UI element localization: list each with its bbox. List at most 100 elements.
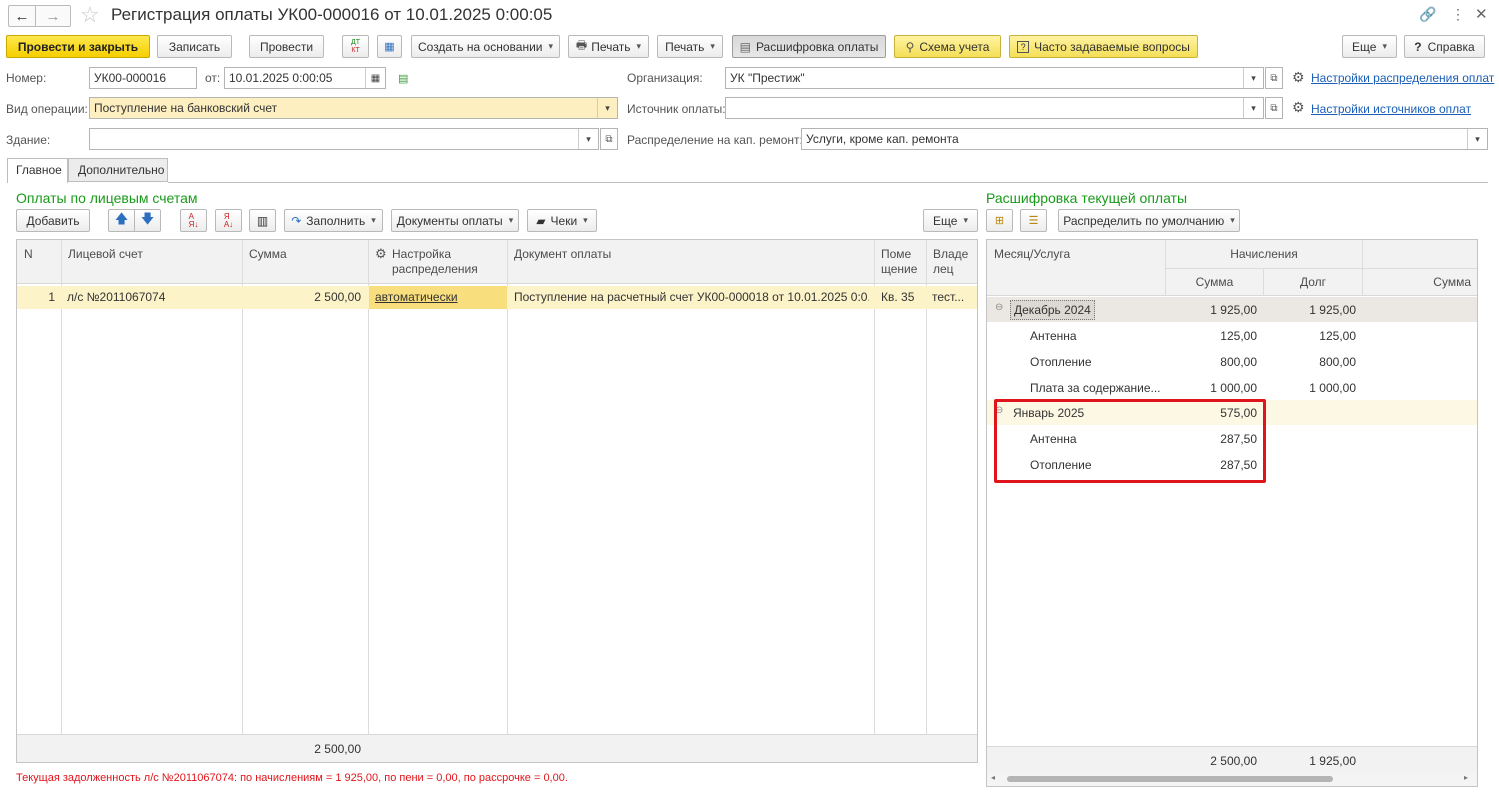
date-field[interactable]: 10.01.2025 0:00:05 ▦ [224,67,386,89]
row-setting-link[interactable]: автоматически [375,290,503,304]
collapse-node-icon[interactable]: ⊖ [995,302,1003,313]
distribute-default-button[interactable]: Распределить по умолчанию [1058,209,1240,232]
chevron-down-icon[interactable]: ▾ [578,129,598,149]
dt-kt-button[interactable]: ДТ КТ [342,35,369,58]
source-settings-link[interactable]: Настройки источников оплат [1311,102,1471,116]
checks-button[interactable]: ▰ Чеки [527,209,597,232]
footer-total-sum: 2 500,00 [314,742,361,756]
breakdown-table: Месяц/Услуга Начисления Сумма Долг Сумма… [986,239,1478,787]
table-row[interactable]: 1 л/с №2011067074 2 500,00 автоматически… [17,286,977,309]
print-button-2[interactable]: Печать [657,35,723,58]
help-button[interactable]: ? Справка [1404,35,1485,58]
col-owner[interactable]: Владе лец [933,247,973,277]
tree-item-row[interactable]: Отопление 800,00 800,00 [987,348,1477,374]
post-button[interactable]: Провести [249,35,324,58]
organization-label: Организация: [627,71,703,85]
print-button-1[interactable]: 🖶 Печать [568,35,649,58]
col-account[interactable]: Лицевой счет [68,247,143,262]
row-service: Отопление [1030,355,1092,369]
col-sum2[interactable]: Сумма [1363,275,1471,290]
operation-field[interactable]: Поступление на банковский счет ▾ [89,97,618,119]
scheme-button[interactable]: ⚲ Схема учета [894,35,1001,58]
fill-arrow-icon: ↷ [291,213,302,228]
barcode-button[interactable]: ▥ [249,209,276,232]
tab-main[interactable]: Главное [7,158,68,183]
organization-field[interactable]: УК "Престиж" ▾ [725,67,1264,89]
footer-sum: 2 500,00 [1210,754,1257,768]
table-header [17,240,977,284]
forward-button[interactable]: → [36,5,71,27]
link-icon[interactable]: 🔗 [1419,6,1436,23]
breakdown-footer: 2 500,00 1 925,00 [987,746,1477,772]
distribution-settings-link[interactable]: Настройки распределения оплат [1311,71,1494,85]
dt-kt-icon: ДТ КТ [350,38,361,54]
document-icon: ▤ [739,39,751,54]
col-sum[interactable]: Сумма [249,247,287,262]
col-doc[interactable]: Документ оплаты [514,247,611,262]
chevron-down-icon[interactable]: ▾ [1243,98,1263,118]
cap-repair-field[interactable]: Услуги, кроме кап. ремонта ▾ [801,128,1488,150]
arrow-down-icon: 🡇 [140,210,155,226]
post-and-close-button[interactable]: Провести и закрыть [6,35,150,58]
back-button[interactable]: ← [8,5,36,27]
faq-button[interactable]: ? Часто задаваемые вопросы [1009,35,1198,58]
col-accruals[interactable]: Начисления [1166,247,1362,262]
number-field[interactable]: УК00-000016 [89,67,197,89]
col-room[interactable]: Поме щение [881,247,921,277]
create-based-button[interactable]: Создать на основании [411,35,560,58]
move-up-button[interactable]: 🡅 [108,209,135,232]
breakdown-button[interactable]: ▤ Расшифровка оплаты [732,35,886,58]
chevron-down-icon[interactable]: ▾ [1467,129,1487,149]
favorite-star-icon[interactable]: ☆ [80,2,100,28]
more-button[interactable]: Еще [1342,35,1397,58]
row-sum: 1 925,00 [1210,303,1257,317]
payment-docs-button[interactable]: Документы оплаты [391,209,519,232]
sort-asc-button[interactable]: А Я↓ [180,209,207,232]
collapse-all-button[interactable]: ☰ [1020,209,1047,232]
open-window-icon: ⧉ [605,133,613,145]
horizontal-scrollbar[interactable]: ◂ ▸ [987,772,1477,786]
footer-debt: 1 925,00 [1309,754,1356,768]
chevron-down-icon[interactable]: ▾ [1243,68,1263,88]
status-icon: ▤ [398,73,409,85]
fill-button[interactable]: ↷ Заполнить [284,209,383,232]
scroll-right-icon[interactable]: ▸ [1464,773,1468,782]
collapse-icon: ☰ [1028,215,1039,227]
left-more-button[interactable]: Еще [923,209,978,232]
expand-all-button[interactable]: ⊞ [986,209,1013,232]
right-section-title: Расшифровка текущей оплаты [986,190,1188,206]
structure-icon: ▦ [384,41,395,53]
gear-icon: ⚙ [1292,99,1305,115]
col-month[interactable]: Месяц/Услуга [994,247,1070,262]
move-down-button[interactable]: 🡇 [134,209,161,232]
calendar-icon[interactable]: ▦ [365,68,385,88]
scrollbar-thumb[interactable] [1007,776,1333,782]
tab-additional[interactable]: Дополнительно [68,158,168,182]
open-building-button[interactable]: ⧉ [600,128,618,150]
col-accruals-sum[interactable]: Сумма [1166,275,1263,290]
open-source-button[interactable]: ⧉ [1265,97,1283,119]
structure-button[interactable]: ▦ [377,35,402,58]
tree-item-row[interactable]: Плата за содержание... 1 000,00 1 000,00 [987,374,1477,400]
scroll-left-icon[interactable]: ◂ [991,773,995,782]
col-accruals-debt[interactable]: Долг [1264,275,1362,290]
row-debt: 1 925,00 [1309,303,1356,317]
chevron-down-icon[interactable]: ▾ [597,98,617,118]
building-field[interactable]: ▾ [89,128,599,150]
close-icon[interactable]: ✕ [1475,5,1488,23]
sort-desc-button[interactable]: Я А↓ [215,209,242,232]
row-sum: 800,00 [1220,355,1257,369]
tree-item-row[interactable]: Антенна 125,00 125,00 [987,322,1477,348]
add-button[interactable]: Добавить [16,209,90,232]
open-organization-button[interactable]: ⧉ [1265,67,1283,89]
col-setting[interactable]: Настройка распределения [392,247,497,277]
col-n[interactable]: N [24,247,33,262]
date-label: от: [205,71,221,85]
more-vertical-icon[interactable]: ⋮ [1451,6,1465,23]
open-window-icon: ⧉ [1270,102,1278,114]
save-button[interactable]: Записать [157,35,232,58]
row-service: Антенна [1030,329,1077,343]
tree-group-row[interactable]: ⊖ Декабрь 2024 1 925,00 1 925,00 [987,297,1477,322]
cap-repair-label: Распределение на кап. ремонт: [627,133,803,147]
source-field[interactable]: ▾ [725,97,1264,119]
